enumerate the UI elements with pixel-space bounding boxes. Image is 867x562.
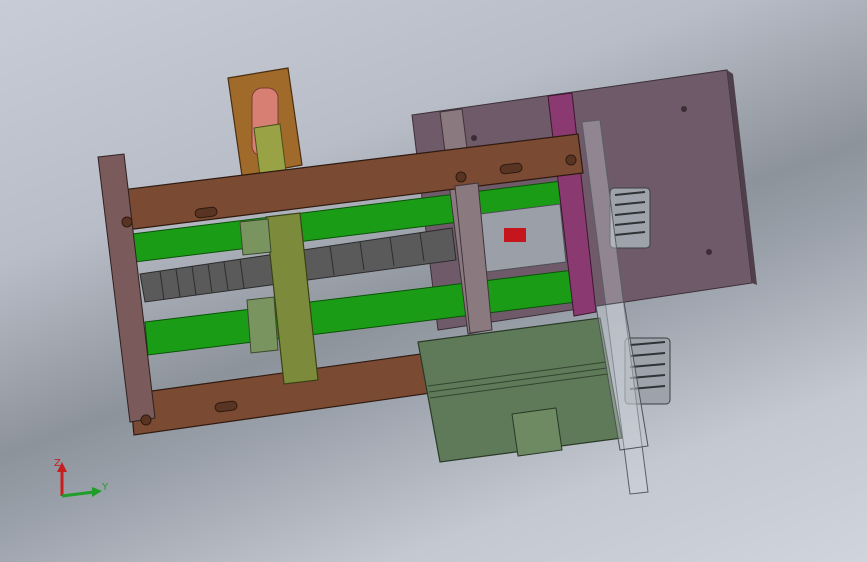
assembly-model[interactable]: Z Y bbox=[0, 0, 867, 562]
cad-viewport[interactable]: Z Y bbox=[0, 0, 867, 562]
axis-triad: Z Y bbox=[54, 458, 109, 498]
column-block bbox=[253, 123, 287, 177]
carriage-bearing-lower bbox=[246, 296, 279, 354]
y-axis-label: Y bbox=[101, 482, 109, 493]
motor-connector[interactable] bbox=[511, 407, 563, 457]
z-axis-label: Z bbox=[54, 458, 61, 469]
plate-hole bbox=[706, 249, 712, 255]
plate-hole bbox=[471, 135, 477, 141]
plate-hole bbox=[681, 106, 687, 112]
coupling-indicator bbox=[504, 228, 526, 242]
pulley-upper[interactable] bbox=[609, 187, 651, 249]
carriage-bearing-upper bbox=[239, 218, 272, 256]
